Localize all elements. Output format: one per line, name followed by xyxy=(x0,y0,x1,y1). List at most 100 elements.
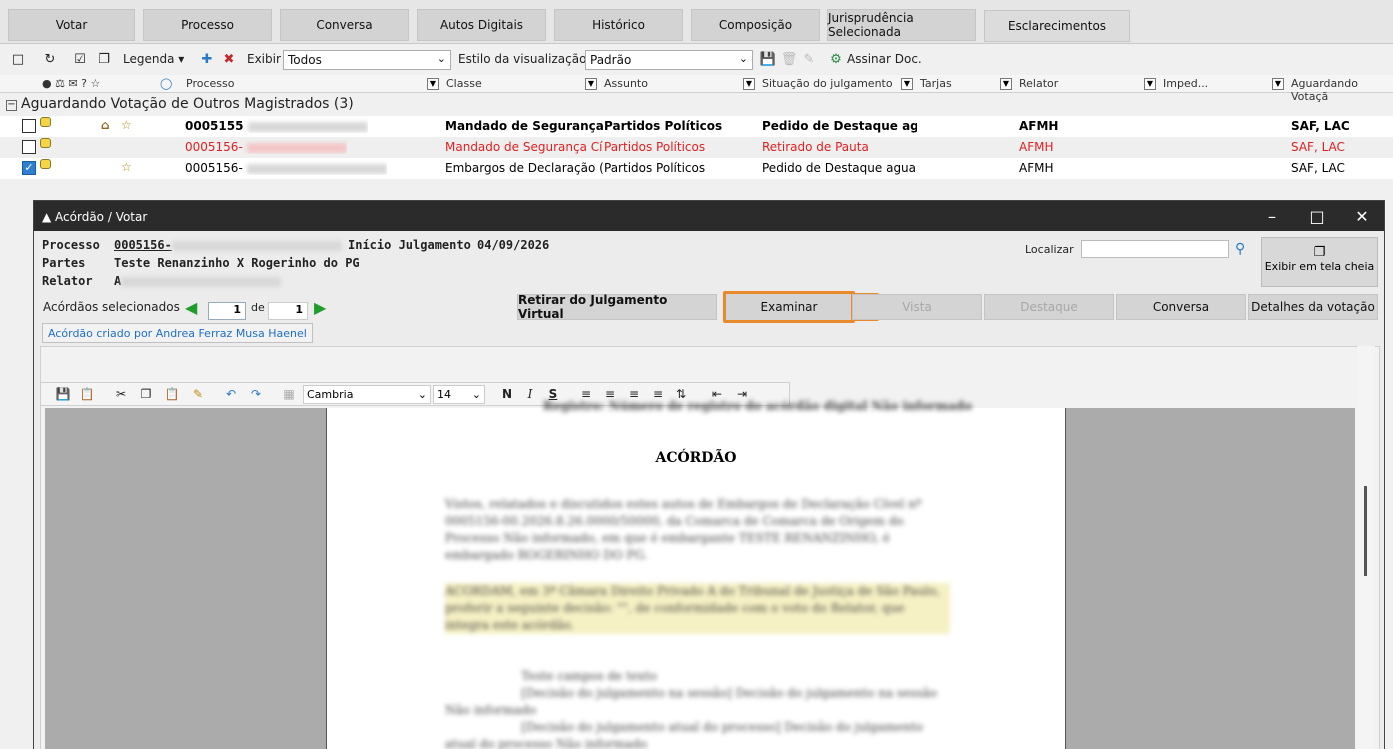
redo-icon[interactable]: ↷ xyxy=(248,386,264,402)
save-icon[interactable]: 💾 xyxy=(760,51,776,67)
tab-conversa[interactable]: Conversa xyxy=(280,9,409,41)
pager-current-input[interactable]: 1 xyxy=(208,302,246,320)
tab-composicao[interactable]: Composição xyxy=(691,9,820,41)
copy-pages-icon: ❐ xyxy=(1313,245,1326,260)
doc-blurred-paragraph: Teste campos de texto [Decisão do julgam… xyxy=(445,669,937,749)
save-as-icon[interactable]: 📋 xyxy=(79,386,95,402)
copy-window-icon[interactable]: ❐ xyxy=(96,51,112,67)
sign-doc-icon[interactable]: ⚙ xyxy=(828,51,844,67)
italic-icon[interactable]: I xyxy=(522,386,538,402)
filter-relator-icon[interactable]: ▼ xyxy=(1144,78,1156,90)
search-icon[interactable]: ◯ xyxy=(160,77,172,90)
new-document-icon[interactable]: □ xyxy=(10,51,26,67)
chevron-down-icon: ⌄ xyxy=(417,388,427,401)
editor-scrollbar[interactable] xyxy=(1357,346,1375,749)
chevron-down-icon: ⌄ xyxy=(436,52,446,65)
close-icon[interactable]: ✕ xyxy=(1352,207,1372,226)
tab-votar[interactable]: Votar xyxy=(8,9,135,41)
tab-autos-digitais[interactable]: Autos Digitais xyxy=(417,9,546,41)
table-icon[interactable]: ▦ xyxy=(281,386,297,402)
table-row[interactable]: 0005156- Mandado de Segurança Cí Partido… xyxy=(0,137,1393,158)
tab-jurisprudencia[interactable]: Jurisprudência Selecionada xyxy=(827,9,976,41)
processo-link[interactable]: 0005156- xyxy=(114,238,342,252)
remove-tree-icon[interactable]: ✖ xyxy=(221,51,237,67)
filter-processo-icon[interactable]: ▼ xyxy=(427,78,439,90)
search-icon[interactable]: ⚲ xyxy=(1235,241,1245,257)
copy-icon[interactable]: ❐ xyxy=(138,386,154,402)
exibir-select[interactable]: Todos ⌄ xyxy=(283,50,451,70)
star-icon[interactable]: ☆ xyxy=(121,118,132,132)
retirar-button[interactable]: Retirar do Julgamento Virtual xyxy=(517,293,717,321)
filter-check-icon[interactable]: ☑ xyxy=(72,51,88,67)
cell-situacao: Retirado de Pauta xyxy=(762,140,869,154)
inicio-label: Início Julgamento xyxy=(348,238,471,252)
format-painter-icon[interactable]: ✎ xyxy=(190,386,206,402)
add-tree-icon[interactable]: ✚ xyxy=(199,51,215,67)
dialog-titlebar[interactable]: ▲ Acórdão / Votar – □ ✕ xyxy=(34,201,1384,231)
col-situacao[interactable]: Situação do julgamento xyxy=(762,77,893,90)
prev-arrow-icon[interactable]: ◀ xyxy=(185,300,203,316)
row-checkbox[interactable]: ✓ xyxy=(22,161,36,175)
legenda-button[interactable]: Legenda ▾ xyxy=(123,52,184,66)
refresh-icon[interactable]: ↻ xyxy=(42,51,58,67)
cell-relator: AFMH xyxy=(1019,140,1054,154)
filter-situacao-icon[interactable]: ▼ xyxy=(901,78,913,90)
document-viewport: Registro: Número de registro do acórdão … xyxy=(45,399,1355,749)
col-imped[interactable]: Imped... xyxy=(1163,77,1208,90)
table-row[interactable]: ⌂ ☆ 0005155 Mandado de Segurança C Parti… xyxy=(0,116,1393,137)
filter-imped-icon[interactable]: ▼ xyxy=(1272,78,1284,90)
status-icons-header: ● ⚖ ✉ ? ☆ xyxy=(42,77,101,90)
cell-aguardando: SAF, LAC xyxy=(1291,140,1345,154)
maximize-icon[interactable]: □ xyxy=(1307,207,1327,226)
acordao-tab[interactable]: Acórdão criado por Andrea Ferraz Musa Ha… xyxy=(42,323,313,343)
cell-situacao: Pedido de Destaque aguar xyxy=(762,161,917,175)
estilo-select[interactable]: Padrão ⌄ xyxy=(585,50,753,70)
acordao-votar-dialog: ▲ Acórdão / Votar – □ ✕ Processo 0005156… xyxy=(33,200,1385,749)
detalhes-button[interactable]: Detalhes da votação xyxy=(1248,294,1378,320)
conversa-button[interactable]: Conversa xyxy=(1116,294,1246,320)
font-select[interactable]: Cambria ⌄ xyxy=(303,385,431,404)
fullscreen-button[interactable]: ❐ Exibir em tela cheia xyxy=(1261,237,1378,287)
localizar-input[interactable] xyxy=(1081,240,1229,258)
minimize-icon[interactable]: – xyxy=(1262,207,1282,226)
table-row[interactable]: ✓ ☆ 0005156- Embargos de Declaração ( Pa… xyxy=(0,158,1393,179)
col-processo[interactable]: Processo xyxy=(186,77,234,90)
filter-classe-icon[interactable]: ▼ xyxy=(585,78,597,90)
edit-pen-icon[interactable]: ✎ xyxy=(801,51,817,67)
group-header[interactable]: − Aguardando Votação de Outros Magistrado… xyxy=(6,96,354,112)
dialog-body: Processo 0005156- Início Julgamento 04/0… xyxy=(34,231,1384,749)
cell-processo: 0005156- xyxy=(185,140,347,154)
scrollbar-thumb[interactable] xyxy=(1364,486,1367,576)
processo-label: Processo xyxy=(42,238,100,252)
save-icon[interactable]: 💾 xyxy=(55,386,71,402)
tab-esclarecimentos[interactable]: Esclarecimentos xyxy=(984,10,1130,42)
next-arrow-icon[interactable]: ▶ xyxy=(314,300,332,316)
star-icon[interactable]: ☆ xyxy=(121,160,132,174)
filter-assunto-icon[interactable]: ▼ xyxy=(743,78,755,90)
paste-icon[interactable]: 📋 xyxy=(164,386,180,402)
cell-situacao: Pedido de Destaque aguar xyxy=(762,119,917,133)
bold-icon[interactable]: N xyxy=(499,386,515,402)
document-page[interactable]: Registro: Número de registro do acórdão … xyxy=(326,399,1066,749)
examinar-button[interactable]: Examinar xyxy=(723,291,855,323)
collapse-icon[interactable]: − xyxy=(6,100,17,111)
cell-assunto: Partidos Políticos xyxy=(604,119,723,133)
assinar-doc-button[interactable]: Assinar Doc. xyxy=(847,52,922,66)
tab-historico[interactable]: Histórico xyxy=(554,9,683,41)
delete-icon[interactable]: 🗑 xyxy=(781,51,798,67)
destaque-button[interactable]: Destaque xyxy=(984,294,1114,320)
col-aguardando[interactable]: Aguardando Votaçã xyxy=(1291,77,1393,103)
tab-processo[interactable]: Processo xyxy=(143,9,272,41)
filter-tarjas-icon[interactable]: ▼ xyxy=(1000,78,1012,90)
cut-icon[interactable]: ✂ xyxy=(113,386,129,402)
row-checkbox[interactable] xyxy=(22,119,36,133)
cell-processo: 0005155 xyxy=(185,119,368,133)
col-tarjas[interactable]: Tarjas xyxy=(920,77,952,90)
vista-button[interactable]: Vista xyxy=(852,294,982,320)
row-checkbox[interactable] xyxy=(22,140,36,154)
col-classe[interactable]: Classe xyxy=(446,77,482,90)
undo-icon[interactable]: ↶ xyxy=(223,386,239,402)
size-select[interactable]: 14 ⌄ xyxy=(433,385,485,404)
col-assunto[interactable]: Assunto xyxy=(604,77,648,90)
col-relator[interactable]: Relator xyxy=(1019,77,1058,90)
